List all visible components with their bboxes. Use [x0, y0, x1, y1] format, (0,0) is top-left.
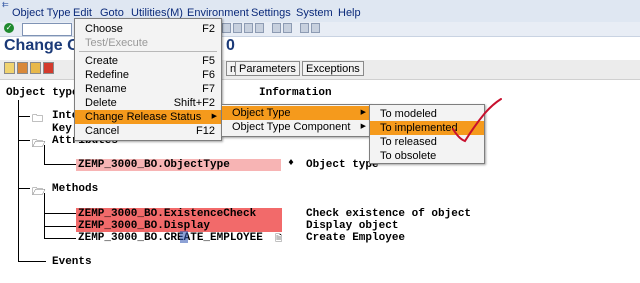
- menu-item-rename[interactable]: Rename F7: [75, 82, 221, 96]
- other-object-icon[interactable]: [17, 62, 28, 74]
- edit-menu-dropdown: Choose F2 Test/Execute Create F5 Redefin…: [74, 18, 222, 141]
- attribute-type-icon: ♦: [288, 158, 295, 169]
- tree-node-methods[interactable]: Methods: [52, 183, 98, 195]
- menu-item-change-release-status[interactable]: Change Release Status ▶: [75, 110, 221, 124]
- folder-icon: 🗀: [32, 114, 43, 126]
- attribute-item[interactable]: ZEMP_3000_BO.ObjectType: [78, 159, 230, 171]
- text-cursor: [180, 231, 188, 243]
- submenu-item-object-type-component[interactable]: Object Type Component ▶: [222, 120, 370, 134]
- last-page-icon[interactable]: [255, 23, 264, 33]
- tree-connector: [18, 116, 30, 117]
- tree-connector: [44, 238, 76, 239]
- shortcut-icon[interactable]: [283, 23, 292, 33]
- menu-item-label: To obsolete: [380, 150, 437, 162]
- layout-menu-icon[interactable]: [311, 23, 320, 33]
- menu-item-label: Redefine: [85, 69, 130, 81]
- next-page-icon[interactable]: [244, 23, 253, 33]
- tree-connector: [44, 213, 76, 214]
- command-field[interactable]: [22, 23, 72, 36]
- folder-open-icon: 🗁: [32, 187, 46, 199]
- tree-connector: [18, 140, 30, 141]
- method-description: Create Employee: [306, 232, 406, 244]
- tree-root-label: Object type: [6, 87, 79, 99]
- method-description: Check existence of object: [306, 208, 472, 220]
- menu-item-shortcut: F12: [196, 125, 215, 137]
- help-icon[interactable]: [300, 23, 309, 33]
- menu-item-label: Object Type: [232, 107, 291, 119]
- sap-window-icon: ⇇: [2, 0, 9, 9]
- submenu-item-object-type[interactable]: Object Type ▶: [222, 106, 370, 120]
- menu-item-label: Test/Execute: [85, 37, 148, 49]
- folder-open-icon: 🗁: [32, 139, 46, 151]
- menu-item-label: Delete: [85, 97, 117, 109]
- submenu-arrow-icon: ▶: [360, 109, 366, 116]
- menu-separator: [79, 51, 217, 52]
- checkmark-annotation-icon: [452, 98, 502, 143]
- menu-object-type[interactable]: Object Type: [12, 7, 71, 19]
- menu-item-label: Choose: [85, 23, 123, 35]
- submenu-arrow-icon: ▶: [211, 113, 217, 120]
- method-item[interactable]: ZEMP_3000_BO.CREATE_EMPLOYEE: [78, 232, 263, 244]
- document-icon: 🗎: [275, 234, 283, 244]
- display-change-icon[interactable]: [4, 62, 15, 74]
- information-label: Information: [259, 87, 332, 99]
- first-page-icon[interactable]: [222, 23, 231, 33]
- method-item[interactable]: ZEMP_3000_BO.ExistenceCheck: [78, 208, 256, 220]
- menu-help[interactable]: Help: [338, 7, 361, 19]
- tree-node-events[interactable]: Events: [52, 256, 92, 268]
- tree-connector: [44, 226, 76, 227]
- exceptions-button[interactable]: Exceptions: [302, 61, 364, 76]
- menu-item-redefine[interactable]: Redefine F6: [75, 68, 221, 82]
- method-description: Display object: [306, 220, 399, 232]
- menu-item-shortcut: Shift+F2: [173, 97, 215, 109]
- tree-connector: [18, 100, 19, 261]
- enter-check-icon[interactable]: ✓: [4, 23, 14, 33]
- menu-item-choose[interactable]: Choose F2: [75, 22, 221, 36]
- parameters-button[interactable]: Parameters: [235, 61, 300, 76]
- menu-system[interactable]: System: [296, 7, 333, 19]
- menu-item-delete[interactable]: Delete Shift+F2: [75, 96, 221, 110]
- status-item-to-obsolete[interactable]: To obsolete: [370, 149, 484, 163]
- page-title-suffix: 0: [226, 37, 235, 54]
- previous-page-icon[interactable]: [233, 23, 242, 33]
- menu-item-create[interactable]: Create F5: [75, 54, 221, 68]
- menu-item-label: Create: [85, 55, 119, 67]
- tree-connector: [18, 188, 30, 189]
- new-session-icon[interactable]: [272, 23, 281, 33]
- menu-settings[interactable]: Settings: [251, 7, 291, 19]
- menu-item-label: Rename: [85, 83, 127, 95]
- menu-item-shortcut: F7: [202, 83, 215, 95]
- menu-item-shortcut: F6: [202, 69, 215, 81]
- tree-node-key[interactable]: Key: [52, 123, 72, 135]
- method-item[interactable]: ZEMP_3000_BO.Display: [78, 220, 210, 232]
- menu-item-shortcut: F2: [202, 23, 215, 35]
- release-status-submenu: Object Type ▶ Object Type Component ▶: [221, 104, 371, 137]
- menu-item-label: Change Release Status: [85, 111, 202, 123]
- menu-item-label: To released: [380, 136, 437, 148]
- attribute-description: Object type: [306, 159, 379, 171]
- page-title: Change O: [4, 37, 80, 54]
- check-icon[interactable]: [43, 62, 54, 74]
- menu-item-shortcut: F5: [202, 55, 215, 67]
- tree-connector: [18, 261, 46, 262]
- menu-item-label: Object Type Component: [232, 121, 351, 133]
- menu-item-label: Cancel: [85, 125, 120, 137]
- tree-connector: [44, 164, 76, 165]
- menu-item-label: To modeled: [380, 108, 437, 120]
- menu-item-cancel[interactable]: Cancel F12: [75, 124, 221, 138]
- menu-item-test-execute: Test/Execute: [75, 36, 221, 50]
- activate-icon[interactable]: [30, 62, 41, 74]
- submenu-arrow-icon: ▶: [360, 123, 366, 130]
